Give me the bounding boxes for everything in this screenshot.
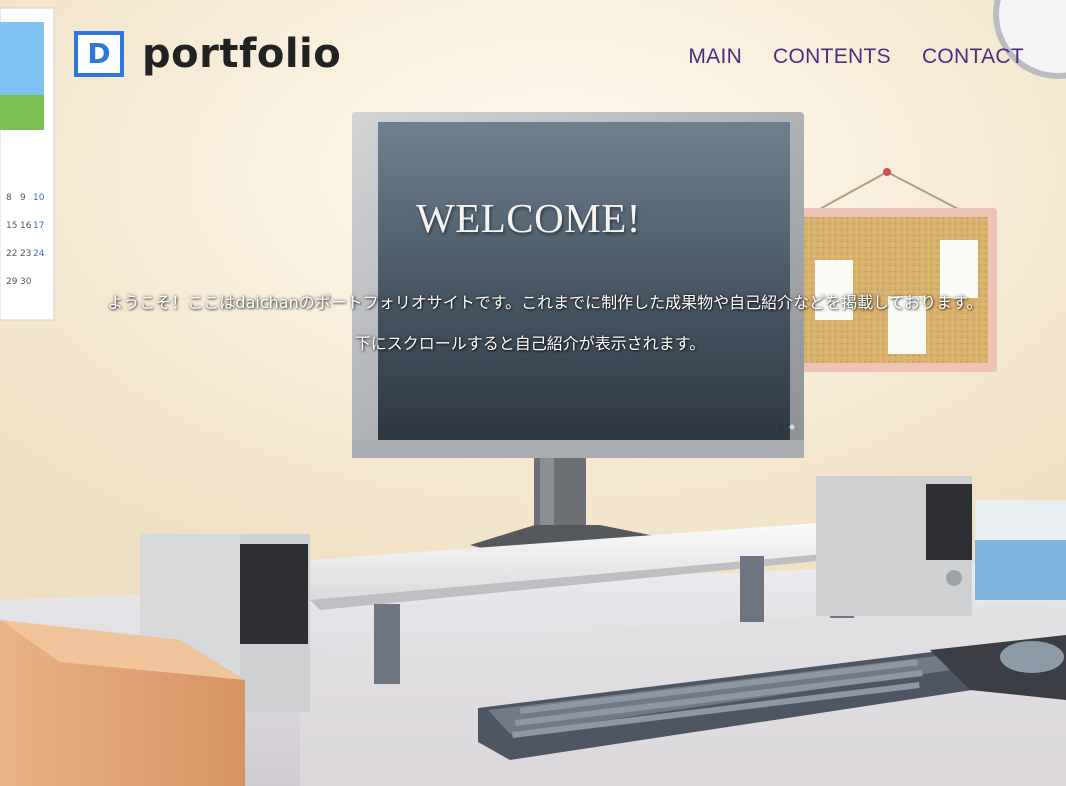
svg-text:24: 24 [33, 249, 45, 259]
site-logo[interactable]: D portfolio [74, 31, 341, 77]
hero-section: 8 9 10 15 16 17 22 23 24 29 30 D portfol… [0, 0, 1066, 786]
svg-text:17: 17 [33, 221, 44, 231]
svg-text:9: 9 [20, 193, 26, 203]
nav-link-contents[interactable]: CONTENTS [773, 45, 891, 69]
logo-letter-box: D [74, 31, 124, 77]
svg-text:23: 23 [20, 249, 31, 259]
main-nav: MAIN CONTENTS CONTACT [688, 45, 1024, 69]
svg-text:16: 16 [20, 221, 32, 231]
welcome-heading: WELCOME! [416, 195, 641, 241]
logo-text: portfolio [142, 31, 342, 77]
svg-text:10: 10 [33, 193, 45, 203]
nav-link-main[interactable]: MAIN [688, 45, 742, 69]
intro-text-line-1: ようこそ！ここはdaichanのポートフォリオサイトです。これまでに制作した成果… [107, 293, 983, 312]
nav-link-contact[interactable]: CONTACT [922, 45, 1024, 69]
intro-text-line-2: 下にスクロールすると自己紹介が表示されます。 [354, 334, 706, 353]
svg-text:8: 8 [6, 193, 12, 203]
svg-text:22: 22 [6, 249, 17, 259]
svg-text:29: 29 [6, 277, 18, 287]
desk-illustration: 8 9 10 15 16 17 22 23 24 29 30 [0, 0, 1066, 786]
svg-text:15: 15 [6, 221, 17, 231]
svg-text:30: 30 [20, 277, 32, 287]
